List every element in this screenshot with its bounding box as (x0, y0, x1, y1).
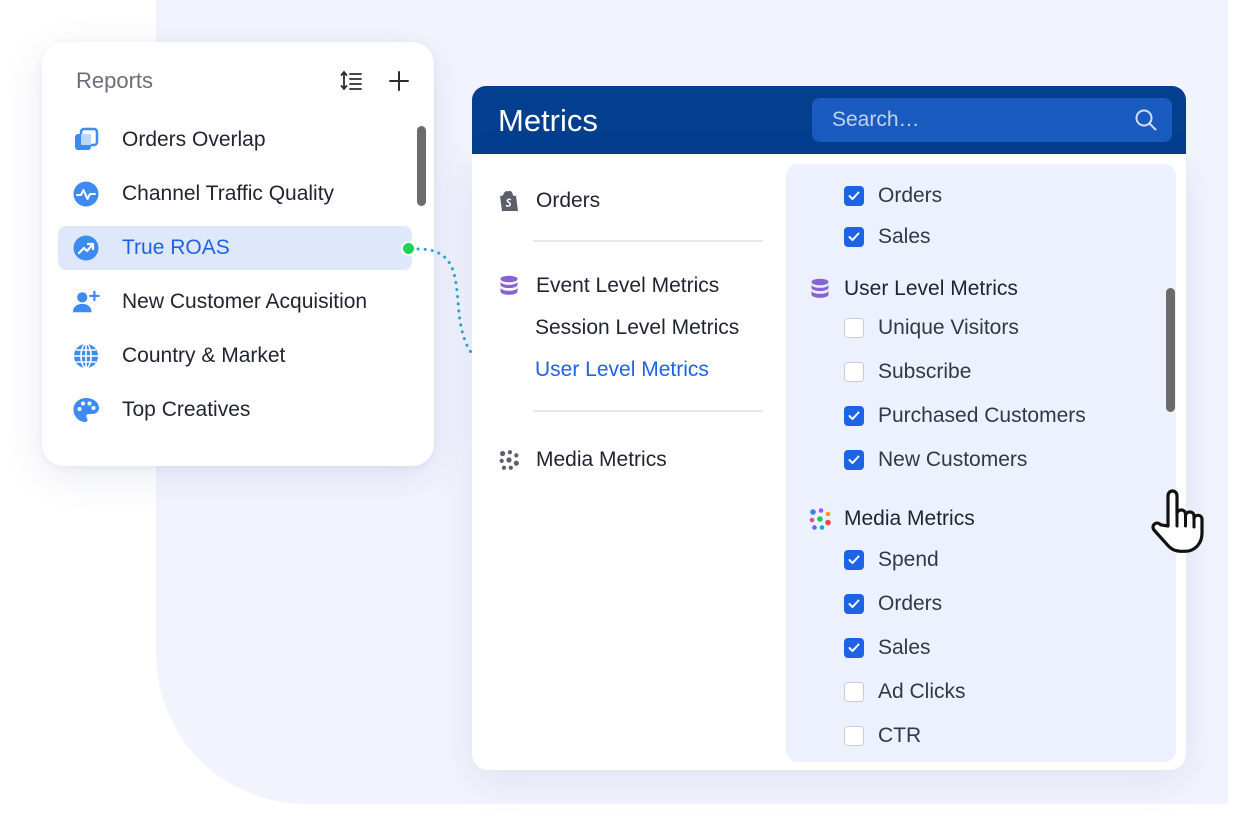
metrics-checklist: Orders Sales User Level Metrics Unique V… (786, 164, 1176, 762)
divider (533, 410, 763, 412)
checkbox-label: Sales (878, 636, 931, 659)
category-orders[interactable]: Orders (498, 189, 600, 213)
section-user-level: User Level Metrics (808, 277, 1018, 301)
checked-icon[interactable] (844, 227, 864, 247)
checkbox-label: Sales (878, 225, 931, 248)
checkbox-unique-visitors[interactable]: Unique Visitors (844, 316, 1019, 340)
database-icon (498, 275, 520, 297)
section-media: Media Metrics (808, 507, 975, 531)
checkbox-subscribe[interactable]: Subscribe (844, 360, 971, 384)
checked-icon[interactable] (844, 450, 864, 470)
checkbox-purchased-customers[interactable]: Purchased Customers (844, 404, 1086, 428)
checkbox-sales[interactable]: Sales (844, 225, 931, 249)
metrics-header: Metrics (472, 86, 1186, 154)
checked-icon[interactable] (844, 638, 864, 658)
checkbox-ad-clicks[interactable]: Ad Clicks (844, 680, 966, 704)
checkbox-label: Ad Clicks (878, 680, 966, 703)
checkbox-label: Purchased Customers (878, 404, 1086, 427)
checkbox-spend[interactable]: Spend (844, 548, 939, 572)
colorful-dots-icon (808, 507, 832, 531)
checked-icon[interactable] (844, 406, 864, 426)
category-label: Event Level Metrics (536, 274, 720, 297)
search-input[interactable] (830, 107, 1124, 133)
checklist-scrollbar[interactable] (1166, 288, 1175, 412)
checkbox-media-sales[interactable]: Sales (844, 636, 931, 660)
checkbox-label: CTR (878, 724, 922, 747)
search-icon[interactable] (1134, 108, 1158, 132)
checkbox-label: Orders (878, 592, 943, 615)
category-session-level[interactable]: Session Level Metrics (535, 316, 739, 340)
checkbox-orders[interactable]: Orders (844, 184, 942, 208)
shopify-bag-icon (498, 190, 520, 212)
category-label: Orders (536, 189, 601, 212)
checked-icon[interactable] (844, 550, 864, 570)
category-label: Media Metrics (536, 448, 667, 471)
checkbox-label: Unique Visitors (878, 316, 1019, 339)
section-title: User Level Metrics (844, 277, 1018, 300)
category-user-level[interactable]: User Level Metrics (535, 358, 709, 382)
checkbox-new-customers[interactable]: New Customers (844, 448, 1027, 472)
checkbox-label: Subscribe (878, 360, 972, 383)
category-event-level[interactable]: Event Level Metrics (498, 274, 719, 298)
checkbox-ctr[interactable]: CTR (844, 724, 921, 748)
checked-icon[interactable] (844, 186, 864, 206)
hand-pointer-icon (1146, 486, 1210, 554)
unchecked-icon[interactable] (844, 682, 864, 702)
checkbox-media-orders[interactable]: Orders (844, 592, 942, 616)
category-media[interactable]: Media Metrics (498, 448, 667, 472)
section-title: Media Metrics (844, 507, 975, 530)
divider (533, 240, 763, 242)
media-dots-icon (498, 449, 520, 471)
connector-dot (401, 241, 416, 256)
unchecked-icon[interactable] (844, 362, 864, 382)
checked-icon[interactable] (844, 594, 864, 614)
search-box[interactable] (812, 98, 1172, 142)
metrics-title: Metrics (498, 103, 598, 138)
database-icon (808, 277, 832, 301)
checkbox-label: Spend (878, 548, 939, 571)
checkbox-label: New Customers (878, 448, 1028, 471)
metrics-body: Orders Event Level Metrics Session Level… (472, 154, 1186, 770)
unchecked-icon[interactable] (844, 726, 864, 746)
checkbox-label: Orders (878, 184, 943, 207)
unchecked-icon[interactable] (844, 318, 864, 338)
